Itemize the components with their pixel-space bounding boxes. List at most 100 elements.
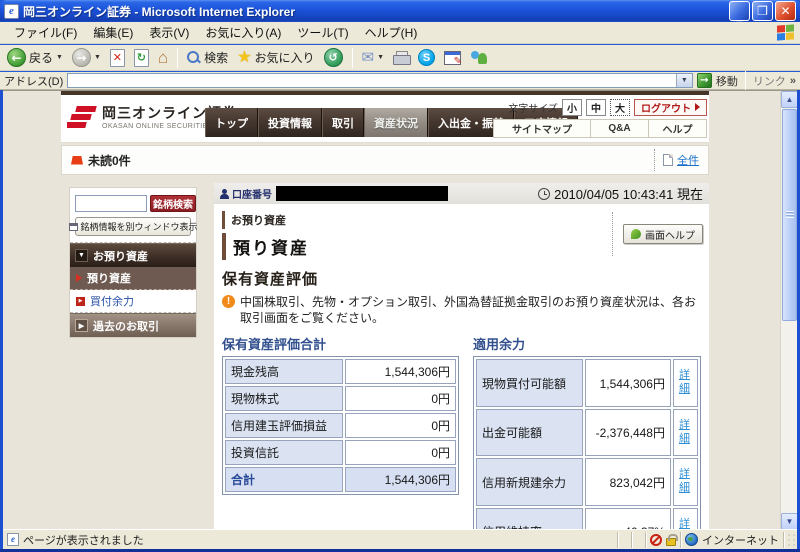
maximize-button[interactable]: ❐ [752,1,773,21]
font-size-small-button[interactable]: 小 [562,98,582,116]
go-icon[interactable]: → [696,73,712,88]
row-value: 0円 [345,440,456,466]
sitemap-button[interactable]: サイトマップ [494,120,590,137]
symbol-info-window-button[interactable]: 銘柄情報を別ウィンドウ表示 [68,217,198,236]
print-button[interactable] [390,50,412,65]
menu-file[interactable]: ファイル(F) [6,22,85,43]
tab-invest-info[interactable]: 投資情報 [258,108,322,137]
notice-text: 中国株取引、先物・オプション取引、外国為替証拠金取引のお預り資産状況は、各お取引… [240,295,697,326]
history-button[interactable]: ↺ [321,47,346,68]
margin-table: 現物買付可能額 1,544,306円 詳細 出金可能額 -2,376,448円 … [473,356,701,529]
unread-count: 未読0件 [88,153,131,168]
address-label: アドレス(D) [4,75,64,88]
search-icon [187,51,200,64]
help-link-button[interactable]: ヘルプ [648,120,706,137]
go-button[interactable]: 移動 [716,73,738,89]
back-dropdown-icon[interactable]: ▼ [56,54,63,61]
table-row: 現物買付可能額 1,544,306円 詳細 [476,359,698,407]
row-label: 現物株式 [225,386,343,412]
summary-table-title: 保有資産評価合計 [222,337,327,353]
search-button[interactable]: 検索 [184,48,231,67]
row-label: 信用維持率 [476,507,583,529]
scroll-up-arrow[interactable]: ▲ [781,91,797,108]
symbol-search-button[interactable]: 銘柄検索 [150,195,196,212]
mail-dropdown-icon[interactable]: ▼ [377,54,384,61]
minimize-button[interactable]: _ [729,1,750,22]
stop-button[interactable]: ✕ [107,48,128,68]
sidebar-section-history[interactable]: ▶ 過去のお取引 [70,313,196,337]
window-title: 岡三オンライン証券 - Microsoft Internet Explorer [23,4,296,19]
page-viewport: 岡三オンライン証券 OKASAN ONLINE SECURITIES トップ 投… [3,90,797,529]
favorites-button[interactable]: ★ お気に入り [234,48,317,67]
popup-window-icon [68,222,78,231]
skype-button[interactable]: S [415,48,438,67]
back-button[interactable]: ← 戻る ▼ [4,47,66,68]
logout-button[interactable]: ログアウト [634,98,707,116]
table-row: 信用維持率 40.37% 詳細 [476,507,698,529]
home-button[interactable]: ⌂ [155,48,171,67]
edit-button[interactable] [441,50,464,67]
menu-edit[interactable]: 編集(E) [85,22,141,43]
account-row: 口座番号 2010/04/05 10:43:41 現在 [214,183,709,204]
menu-view[interactable]: 表示(V) [141,22,197,43]
favorites-star-icon: ★ [237,48,252,66]
table-row: 信用建玉評価損益 0円 [225,413,456,439]
detail-link[interactable]: 詳細 [679,468,692,496]
links-chevron-icon[interactable]: » [790,75,796,87]
row-value: 0円 [345,413,456,439]
site-header: 岡三オンライン証券 OKASAN ONLINE SECURITIES トップ 投… [61,95,709,143]
detail-link[interactable]: 詳細 [679,369,692,397]
skype-icon: S [418,49,436,66]
sidebar-item-deposit-assets[interactable]: 預り資産 [70,267,196,290]
vertical-scrollbar[interactable]: ▲ ▼ [780,91,797,529]
detail-link[interactable]: 詳細 [679,518,692,529]
sidebar-item-buying-power[interactable]: ▶ 買付余力 [70,290,196,313]
menu-tools[interactable]: ツール(T) [289,22,356,43]
all-messages-link[interactable]: 全件 [677,152,699,168]
tab-top[interactable]: トップ [205,108,258,137]
address-dropdown-icon[interactable]: ▼ [675,74,692,87]
qa-button[interactable]: Q&A [590,120,648,137]
sidebar: 銘柄検索 銘柄情報を別ウィンドウ表示 ▼ お預り資産 預り資産 ▶ 買付余力 ▶… [68,187,198,338]
status-text: ページが表示されました [23,534,144,547]
menu-favorites[interactable]: お気に入り(A) [197,22,289,43]
row-label: 現物買付可能額 [476,359,583,407]
links-label[interactable]: リンク [753,73,786,89]
menu-help[interactable]: ヘルプ(H) [357,22,426,43]
detail-link[interactable]: 詳細 [679,419,692,447]
status-pane-empty [618,531,632,548]
messenger-button[interactable] [467,49,491,66]
row-value: 0円 [345,386,456,412]
account-number-redacted [276,186,448,201]
table-row: 出金可能額 -2,376,448円 詳細 [476,408,698,457]
font-size-large-button[interactable]: 大 [610,98,630,116]
tab-asset-status[interactable]: 資産状況 [364,108,428,137]
close-button[interactable]: ✕ [775,1,796,21]
section-closed-arrow-icon: ▶ [75,319,88,332]
history-icon: ↺ [323,48,343,67]
font-size-medium-button[interactable]: 中 [586,98,606,116]
row-label: 出金可能額 [476,408,583,457]
total-label: 合計 [225,467,343,493]
main-content: 口座番号 2010/04/05 10:43:41 現在 お預り資産 預り資産 画… [214,183,709,529]
refresh-button[interactable]: ↻ [131,48,152,68]
resize-grip[interactable] [784,531,797,548]
ssl-lock-icon [666,533,678,546]
address-input[interactable] [68,74,676,87]
row-label: 信用新規建余力 [476,458,583,506]
forward-dropdown-icon[interactable]: ▼ [94,54,101,61]
account-number-label: 口座番号 [232,190,272,201]
standard-toolbar: ← 戻る ▼ → ▼ ✕ ↻ ⌂ 検索 ★ お気に入り ↺ ✉ ▼ S [0,45,800,71]
tab-trade[interactable]: 取引 [322,108,364,137]
mail-button[interactable]: ✉ ▼ [359,49,388,66]
ie-window-icon: e [4,3,19,19]
symbol-search-input[interactable] [75,195,147,212]
sidebar-section-assets[interactable]: ▼ お預り資産 [70,243,196,267]
screen-help-button[interactable]: 画面ヘルプ [623,224,703,244]
scroll-down-arrow[interactable]: ▼ [781,513,797,529]
margin-table-title: 適用余力 [473,337,526,353]
row-value: 40.37% [584,507,671,529]
forward-button[interactable]: → ▼ [69,47,104,68]
scroll-thumb[interactable] [782,109,797,321]
popup-blocked-icon [650,533,662,546]
